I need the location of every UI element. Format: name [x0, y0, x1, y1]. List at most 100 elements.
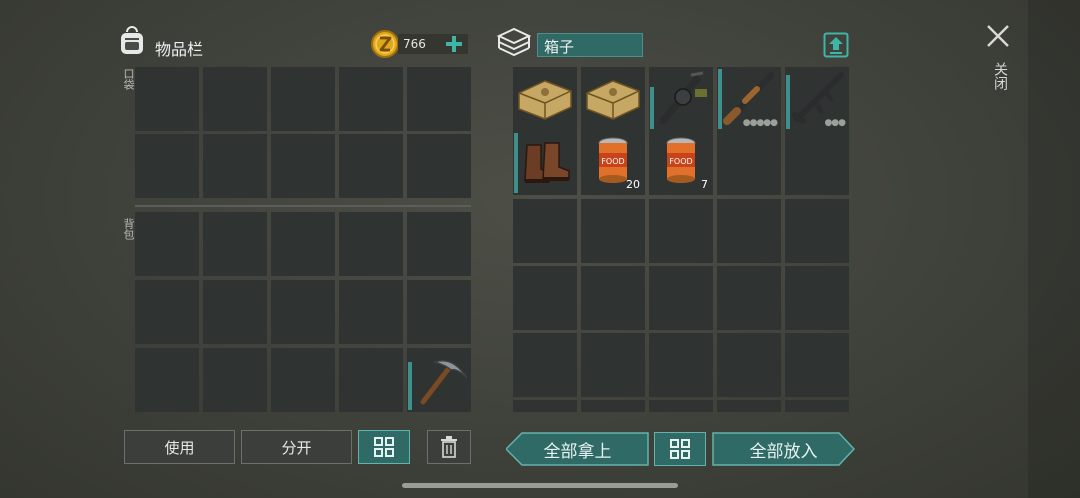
section-divider [135, 205, 471, 207]
item-quantity: 20 [626, 178, 640, 191]
box-slot[interactable] [717, 266, 781, 330]
pocket-slot[interactable] [339, 67, 403, 131]
backpack-slot[interactable] [339, 348, 403, 412]
box-slot[interactable] [513, 131, 577, 195]
box-slot[interactable] [581, 266, 645, 330]
backpack-slot[interactable] [135, 212, 199, 276]
food-label: FOOD [601, 157, 624, 166]
backpack-slot[interactable] [339, 280, 403, 344]
food-label: FOOD [669, 157, 692, 166]
ammo-dots: ●●● [824, 118, 846, 128]
box-slot[interactable] [717, 400, 781, 412]
pocket-slot[interactable] [271, 67, 335, 131]
backpack-slot[interactable] [339, 212, 403, 276]
grid-sort-icon [670, 439, 690, 459]
put-all-label: 全部放入 [749, 441, 818, 462]
box-slot[interactable]: ●●● [785, 67, 849, 131]
box-slot[interactable] [581, 400, 645, 412]
item-quantity: 7 [701, 178, 708, 191]
box-slot[interactable] [513, 199, 577, 263]
box-slot[interactable] [581, 333, 645, 397]
backpack-label: 背包 [122, 218, 135, 240]
box-slot[interactable]: FOOD 20 [581, 131, 645, 195]
upload-icon[interactable] [823, 32, 849, 58]
pocket-slot[interactable] [135, 67, 199, 131]
right-panel-shade [1028, 0, 1080, 498]
box-slot[interactable] [581, 67, 645, 131]
backpack-slot[interactable] [407, 280, 471, 344]
backpack-icon [121, 26, 143, 54]
coin-count: 766 [403, 37, 426, 51]
backpack-slot[interactable] [135, 348, 199, 412]
ammo-crate-icon [586, 80, 640, 120]
coin-icon [371, 30, 399, 58]
box-slot[interactable] [513, 67, 577, 131]
pocket-slot[interactable] [203, 67, 267, 131]
backpack-slot[interactable] [407, 212, 471, 276]
discard-button[interactable] [427, 430, 471, 464]
box-slot[interactable]: ●●●●● [717, 67, 781, 131]
backpack-slot[interactable] [271, 280, 335, 344]
box-slot[interactable] [785, 333, 849, 397]
pickaxe-icon [420, 360, 468, 405]
box-slot[interactable] [785, 400, 849, 412]
split-button[interactable]: 分开 [241, 430, 352, 464]
take-all-button[interactable]: 全部拿上 [506, 432, 649, 466]
put-all-button[interactable]: 全部放入 [712, 432, 855, 466]
box-slot[interactable] [785, 131, 849, 195]
box-slot[interactable]: FOOD 7 [649, 131, 713, 195]
pocket-slot[interactable] [407, 134, 471, 198]
box-slot[interactable] [513, 400, 577, 412]
box-slot[interactable] [649, 266, 713, 330]
backpack-slot[interactable] [271, 212, 335, 276]
box-slot[interactable] [717, 131, 781, 195]
backpack-slot-pickaxe[interactable] [407, 348, 471, 412]
durability-bar [718, 69, 722, 129]
grenade-launcher-icon [659, 71, 707, 125]
box-slot[interactable] [513, 266, 577, 330]
box-slot[interactable] [717, 199, 781, 263]
durability-bar [408, 362, 412, 410]
pocket-slot[interactable] [203, 134, 267, 198]
durability-bar [514, 133, 518, 193]
box-slot[interactable] [717, 333, 781, 397]
box-slot[interactable] [649, 400, 713, 412]
durability-bar [650, 87, 654, 129]
box-slot[interactable] [649, 199, 713, 263]
shotgun-icon [723, 72, 774, 125]
pocket-label: 口袋 [122, 68, 135, 90]
assault-rifle-icon [792, 72, 844, 124]
inventory-title: 物品栏 [155, 40, 204, 59]
pocket-slot[interactable] [339, 134, 403, 198]
box-slot[interactable] [581, 199, 645, 263]
box-title: 箱子 [544, 38, 575, 56]
sort-inventory-button[interactable] [358, 430, 410, 464]
ammo-crate-icon [518, 80, 572, 120]
close-icon [987, 25, 1009, 47]
home-indicator[interactable] [402, 483, 678, 488]
ammo-dots: ●●●●● [742, 118, 778, 128]
pocket-slot[interactable] [407, 67, 471, 131]
sort-box-button[interactable] [654, 432, 706, 466]
box-name-field[interactable]: 箱子 [537, 33, 643, 57]
backpack-slot[interactable] [203, 348, 267, 412]
box-slot[interactable] [649, 333, 713, 397]
trash-icon [441, 436, 457, 458]
canned-food-icon: FOOD [666, 137, 696, 183]
pocket-slot[interactable] [271, 134, 335, 198]
box-slot[interactable] [785, 266, 849, 330]
add-coins-icon[interactable] [444, 34, 464, 54]
backpack-slot[interactable] [203, 212, 267, 276]
box-slot[interactable] [649, 67, 713, 131]
close-button[interactable]: 关闭 [984, 22, 1014, 102]
durability-bar [786, 75, 790, 129]
boots-icon [524, 142, 570, 183]
pocket-slot[interactable] [135, 134, 199, 198]
backpack-slot[interactable] [271, 348, 335, 412]
use-button[interactable]: 使用 [124, 430, 235, 464]
backpack-slot[interactable] [135, 280, 199, 344]
box-slot[interactable] [785, 199, 849, 263]
take-all-label: 全部拿上 [543, 441, 612, 462]
box-slot[interactable] [513, 333, 577, 397]
backpack-slot[interactable] [203, 280, 267, 344]
